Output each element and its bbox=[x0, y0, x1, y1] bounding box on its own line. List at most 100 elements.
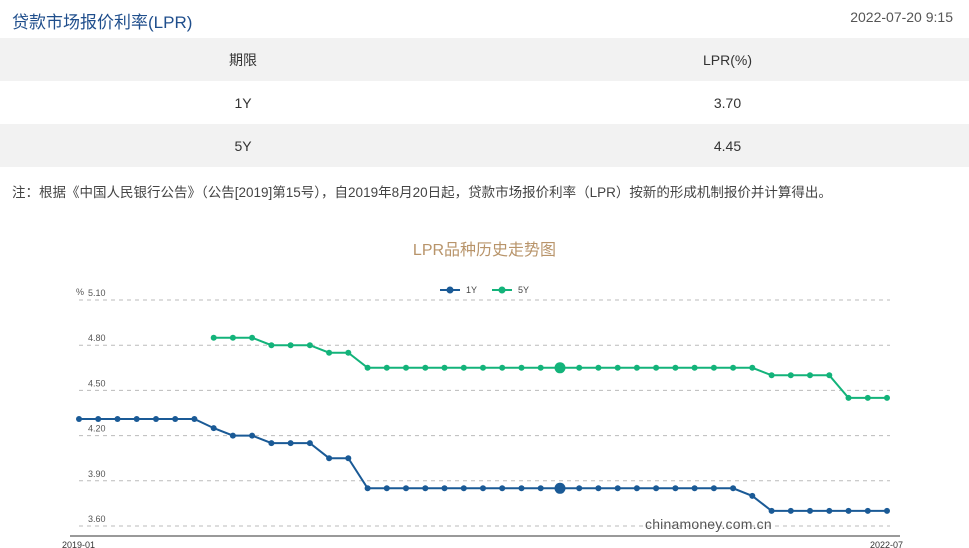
data-point-1y bbox=[884, 507, 890, 514]
data-point-5y bbox=[749, 364, 756, 371]
data-point-5y bbox=[480, 364, 486, 371]
series-line-1y bbox=[79, 418, 887, 512]
data-point-1y bbox=[864, 507, 871, 514]
data-point-5y bbox=[268, 342, 275, 349]
data-point-5y bbox=[537, 364, 544, 371]
data-point-5y bbox=[210, 334, 217, 341]
rate-cell: 3.70 bbox=[713, 94, 742, 111]
data-point-5y bbox=[826, 372, 833, 379]
data-point-1y bbox=[210, 425, 217, 432]
data-point-1y bbox=[114, 416, 121, 422]
data-point-5y bbox=[576, 364, 583, 371]
data-point-5y bbox=[287, 342, 294, 349]
data-point-5y bbox=[403, 364, 409, 371]
data-point-1y bbox=[576, 485, 583, 492]
table-row: 1Y 3.70 bbox=[0, 81, 969, 124]
legend-item-5y[interactable]: 5Y bbox=[492, 285, 529, 295]
data-point-1y bbox=[595, 485, 602, 492]
data-point-5y bbox=[768, 372, 775, 379]
data-point-5y bbox=[229, 334, 236, 341]
data-point-5y bbox=[499, 364, 506, 371]
data-point-5y bbox=[595, 364, 602, 371]
data-point-5y bbox=[422, 364, 429, 371]
column-header-term: 期限 bbox=[229, 51, 257, 68]
data-point-5y bbox=[554, 362, 566, 374]
data-point-1y bbox=[480, 485, 486, 492]
data-point-1y bbox=[403, 485, 409, 492]
data-point-5y bbox=[653, 364, 660, 371]
data-point-1y bbox=[633, 485, 640, 492]
rate-cell: 4.45 bbox=[713, 137, 742, 154]
data-point-1y bbox=[653, 485, 660, 492]
data-point-1y bbox=[537, 485, 544, 492]
data-point-1y bbox=[518, 485, 525, 492]
y-tick-label: 3.60 bbox=[88, 514, 106, 524]
data-point-1y bbox=[807, 507, 813, 514]
data-point-5y bbox=[730, 364, 737, 371]
y-axis-unit: % bbox=[76, 287, 84, 297]
footnote: 注：根据《中国人民银行公告》（公告[2019]第15号），自2019年8月20日… bbox=[12, 185, 832, 200]
data-point-1y bbox=[422, 485, 429, 492]
data-point-5y bbox=[364, 364, 371, 371]
data-point-1y bbox=[845, 507, 852, 514]
data-point-5y bbox=[807, 372, 813, 379]
data-point-1y bbox=[153, 416, 159, 422]
lpr-table: 期限 LPR(%) 1Y 3.70 5Y 4.45 bbox=[0, 38, 969, 167]
legend-item-1y[interactable]: 1Y bbox=[440, 285, 477, 295]
data-point-1y bbox=[691, 485, 698, 492]
data-point-5y bbox=[441, 364, 448, 371]
legend-marker bbox=[446, 286, 454, 294]
data-point-1y bbox=[768, 507, 775, 514]
data-point-1y bbox=[133, 416, 140, 422]
grid-lines bbox=[79, 299, 890, 527]
data-point-5y bbox=[614, 364, 621, 371]
data-point-1y bbox=[306, 440, 313, 447]
series-line-5y bbox=[213, 336, 887, 399]
data-point-5y bbox=[518, 364, 525, 371]
y-tick-label: 4.80 bbox=[88, 333, 106, 343]
data-point-1y bbox=[191, 416, 198, 422]
term-cell: 5Y bbox=[234, 137, 252, 154]
data-point-5y bbox=[691, 364, 698, 371]
data-point-1y bbox=[441, 485, 448, 492]
data-point-1y bbox=[364, 485, 371, 492]
data-point-5y bbox=[845, 394, 852, 401]
data-point-1y bbox=[499, 485, 506, 492]
lpr-history-chart: 5.104.804.504.203.903.60%2019-01 2022-07 … bbox=[62, 285, 903, 548]
data-point-5y bbox=[345, 349, 352, 356]
data-point-1y bbox=[749, 492, 756, 499]
column-header-rate: LPR(%) bbox=[702, 51, 752, 68]
data-point-5y bbox=[864, 394, 871, 401]
y-tick-label: 3.90 bbox=[88, 469, 106, 479]
page-title: 贷款市场报价利率(LPR) bbox=[12, 13, 193, 32]
x-tick-label: 2019-01 bbox=[62, 540, 95, 548]
series-layer bbox=[76, 334, 890, 514]
update-timestamp: 2022-07-20 9:15 bbox=[850, 9, 953, 25]
data-point-1y bbox=[383, 485, 390, 492]
data-point-1y bbox=[710, 485, 717, 492]
data-point-1y bbox=[249, 432, 256, 439]
data-point-1y bbox=[460, 485, 467, 492]
legend[interactable]: 1Y 5Y bbox=[440, 285, 529, 295]
data-point-5y bbox=[326, 349, 333, 356]
data-point-5y bbox=[306, 342, 313, 349]
data-point-5y bbox=[710, 364, 717, 371]
data-point-1y bbox=[672, 485, 679, 492]
data-point-5y bbox=[460, 364, 467, 371]
header: 贷款市场报价利率(LPR) 2022-07-20 9:15 bbox=[0, 0, 969, 38]
data-point-1y bbox=[326, 455, 333, 462]
data-point-1y bbox=[730, 485, 737, 492]
lpr-page: 贷款市场报价利率(LPR) 2022-07-20 9:15 期限 LPR(%) … bbox=[0, 0, 969, 548]
chart-title: LPR品种历史走势图 bbox=[412, 242, 557, 259]
data-point-1y bbox=[787, 507, 794, 514]
data-point-5y bbox=[672, 364, 679, 371]
legend-label: 1Y bbox=[466, 285, 477, 295]
data-point-1y bbox=[76, 416, 82, 422]
data-point-1y bbox=[614, 485, 621, 492]
data-point-1y bbox=[172, 416, 179, 422]
data-point-5y bbox=[633, 364, 640, 371]
term-cell: 1Y bbox=[234, 94, 252, 111]
y-tick-label: 4.50 bbox=[88, 378, 106, 388]
data-point-5y bbox=[884, 394, 890, 401]
axis-labels: 5.10 4.80 4.50 4.20 3.90 3.60% 2019-01 2022-07 bbox=[62, 287, 903, 548]
